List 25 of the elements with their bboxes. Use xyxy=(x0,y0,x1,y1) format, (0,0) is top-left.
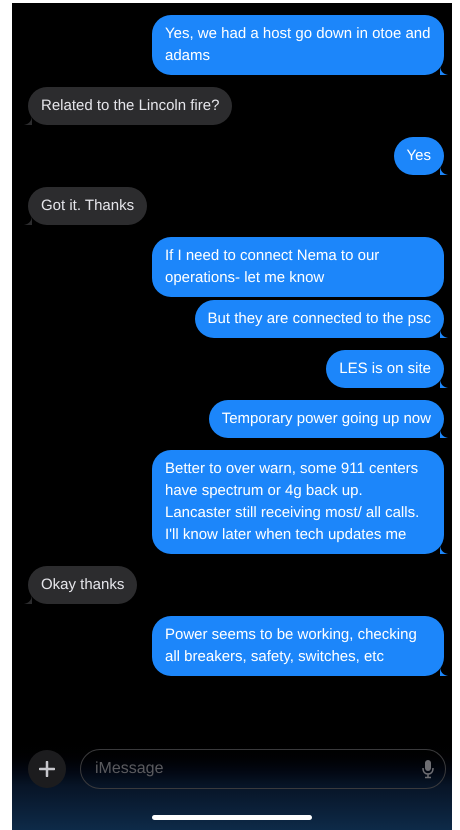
message-field[interactable]: iMessage xyxy=(80,749,446,789)
bubble-tail xyxy=(440,328,448,338)
plus-icon xyxy=(39,761,55,777)
bubble-tail xyxy=(440,165,448,175)
message-bubble: Temporary power going up now xyxy=(208,400,444,438)
bubble-tail xyxy=(440,428,448,438)
message-bubble: Got it. Thanks xyxy=(28,187,148,225)
bubble-tail xyxy=(24,115,32,125)
message-bubble: Yes, we had a host go down in otoe and adams xyxy=(152,15,444,75)
bubble-tail xyxy=(440,544,448,554)
bubble-tail xyxy=(440,378,448,388)
microphone-icon[interactable] xyxy=(422,759,434,779)
message-bubble: Power seems to be working, checking all breakers, safety, switches, etc xyxy=(152,616,444,676)
message-bubble: Related to the Lincoln fire? xyxy=(28,87,232,125)
message-bubble: Okay thanks xyxy=(28,566,138,604)
add-button[interactable] xyxy=(28,750,66,788)
message-bubble: Yes xyxy=(394,137,444,175)
message-bubble: But they are connected to the psc xyxy=(194,300,444,338)
bubble-tail xyxy=(440,666,448,676)
message-bubble: If I need to connect Nema to our operations- let me know xyxy=(152,237,444,297)
bubble-tail xyxy=(24,594,32,604)
message-bubble: Better to over warn, some 911 centers have spectrum or 4g back up. Lancaster still receiving most/ all calls. I'll know later when tech updates me xyxy=(152,450,444,554)
bubble-tail xyxy=(440,65,448,75)
bubble-tail xyxy=(24,215,32,225)
message-bubble: LES is on site xyxy=(326,350,444,388)
